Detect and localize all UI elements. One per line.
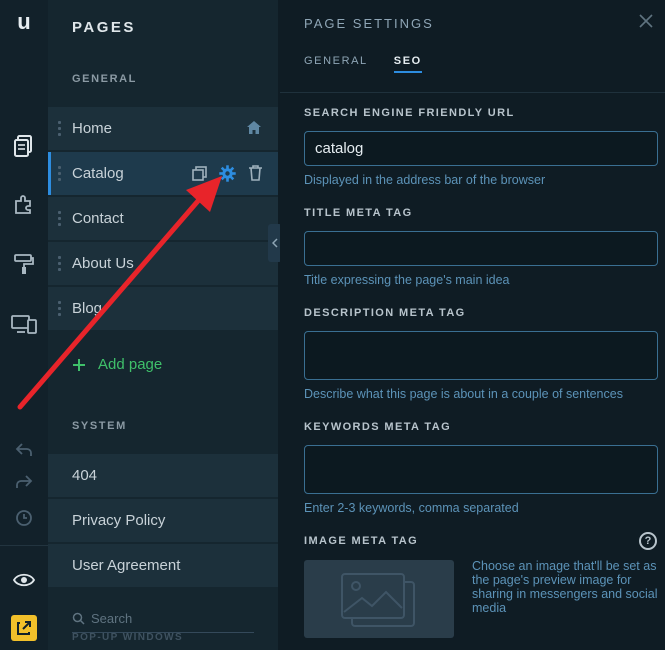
close-icon bbox=[639, 14, 653, 28]
search-icon bbox=[72, 612, 85, 625]
pages-icon[interactable] bbox=[0, 126, 48, 166]
page-row-label: Contact bbox=[72, 210, 124, 227]
tool-rail: u bbox=[0, 0, 48, 650]
url-field-label: SEARCH ENGINE FRIENDLY URL bbox=[304, 107, 515, 119]
gear-icon[interactable] bbox=[218, 164, 236, 182]
duplicate-icon[interactable] bbox=[190, 164, 208, 182]
design-icon[interactable] bbox=[0, 244, 48, 284]
description-meta-help: Describe what this page is about in a co… bbox=[304, 387, 623, 401]
redo-icon[interactable] bbox=[0, 462, 48, 502]
url-field-help: Displayed in the address bar of the brow… bbox=[304, 173, 546, 187]
devices-icon[interactable] bbox=[0, 304, 48, 344]
drag-handle-icon[interactable] bbox=[58, 166, 62, 181]
url-field[interactable]: catalog bbox=[304, 131, 658, 166]
active-indicator bbox=[48, 152, 51, 195]
page-row-catalog[interactable]: Catalog bbox=[48, 152, 278, 195]
preview-icon[interactable] bbox=[0, 560, 48, 600]
image-meta-description: Choose an image that'll be set as the pa… bbox=[472, 559, 658, 615]
settings-title: PAGE SETTINGS bbox=[304, 16, 434, 31]
system-section-label: SYSTEM bbox=[72, 420, 127, 432]
help-icon[interactable]: ? bbox=[639, 532, 657, 550]
drag-handle-icon[interactable] bbox=[58, 301, 62, 316]
tab-general[interactable]: GENERAL bbox=[304, 55, 368, 73]
system-row-label: Privacy Policy bbox=[72, 512, 166, 529]
url-field-value: catalog bbox=[315, 140, 364, 157]
keywords-meta-label: KEYWORDS META TAG bbox=[304, 421, 452, 433]
page-row-home[interactable]: Home bbox=[48, 107, 278, 150]
system-row-label: User Agreement bbox=[72, 557, 181, 574]
image-placeholder-icon bbox=[341, 573, 415, 627]
tab-seo[interactable]: SEO bbox=[393, 55, 422, 73]
chevron-left-icon bbox=[272, 238, 278, 248]
search-placeholder: Search bbox=[91, 611, 133, 626]
system-row-privacy-policy[interactable]: Privacy Policy bbox=[48, 499, 278, 542]
page-row-contact[interactable]: Contact bbox=[48, 197, 278, 240]
description-meta-label: DESCRIPTION META TAG bbox=[304, 307, 466, 319]
drag-handle-icon[interactable] bbox=[58, 211, 62, 226]
close-button[interactable] bbox=[639, 14, 659, 34]
general-section-label: GENERAL bbox=[72, 73, 137, 85]
search-input[interactable]: Search bbox=[72, 611, 132, 626]
page-row-label: About Us bbox=[72, 255, 134, 272]
plus-icon bbox=[73, 358, 85, 371]
home-icon bbox=[246, 120, 262, 140]
system-row-label: 404 bbox=[72, 467, 98, 484]
image-upload-box[interactable] bbox=[304, 560, 454, 638]
drag-handle-icon[interactable] bbox=[58, 121, 62, 136]
page-row-blog[interactable]: Blog bbox=[48, 287, 278, 330]
popup-windows-label: POP-UP WINDOWS bbox=[72, 632, 184, 643]
search-underline bbox=[72, 632, 254, 633]
keywords-meta-help: Enter 2-3 keywords, comma separated bbox=[304, 501, 519, 515]
title-meta-label: TITLE META TAG bbox=[304, 207, 413, 219]
title-meta-help: Title expressing the page's main idea bbox=[304, 273, 510, 287]
trash-icon[interactable] bbox=[246, 164, 264, 182]
add-page-button[interactable]: Add page bbox=[72, 356, 162, 373]
page-row-label: Home bbox=[72, 120, 113, 137]
page-row-about-us[interactable]: About Us bbox=[48, 242, 278, 285]
settings-tabs: GENERAL SEO bbox=[304, 55, 422, 73]
title-meta-field[interactable] bbox=[304, 231, 658, 266]
page-row-label: Blog bbox=[72, 300, 103, 317]
logo[interactable]: u bbox=[0, 2, 48, 42]
description-meta-field[interactable] bbox=[304, 331, 658, 380]
history-icon[interactable] bbox=[0, 498, 48, 538]
pages-panel: PAGES GENERAL Home Catalog Contact About… bbox=[48, 0, 278, 650]
page-row-label: Catalog bbox=[72, 165, 124, 182]
keywords-meta-field[interactable] bbox=[304, 445, 658, 494]
rail-divider bbox=[0, 545, 48, 546]
logo-text: u bbox=[17, 9, 31, 34]
tabs-divider bbox=[280, 92, 665, 93]
add-page-label: Add page bbox=[98, 356, 163, 373]
page-settings-panel: PAGE SETTINGS GENERAL SEO SEARCH ENGINE … bbox=[280, 0, 665, 650]
publish-icon[interactable] bbox=[0, 608, 48, 648]
apps-icon[interactable] bbox=[0, 184, 48, 224]
pages-panel-title: PAGES bbox=[72, 19, 136, 36]
system-row-404[interactable]: 404 bbox=[48, 454, 278, 497]
system-row-user-agreement[interactable]: User Agreement bbox=[48, 544, 278, 587]
image-meta-label: IMAGE META TAG bbox=[304, 535, 419, 547]
drag-handle-icon[interactable] bbox=[58, 256, 62, 271]
